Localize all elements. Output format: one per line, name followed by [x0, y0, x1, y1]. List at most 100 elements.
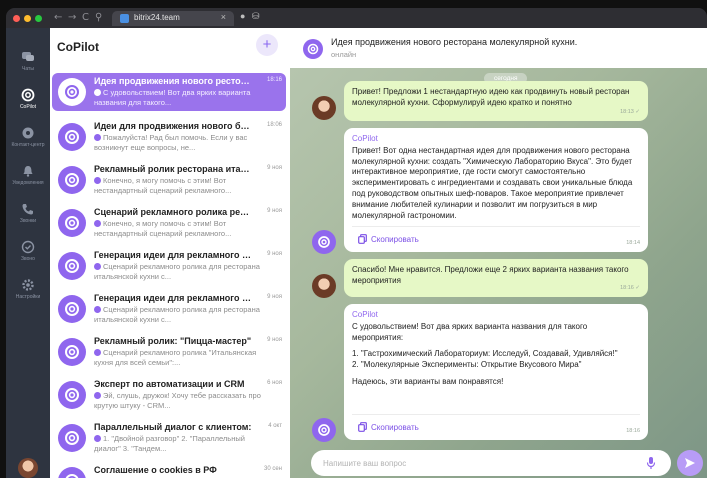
tab-title: bitrix24.team [134, 13, 180, 22]
chat-icon [22, 52, 34, 61]
chat-list-item[interactable]: Генерация идеи для рекламного ролика 9 но… [52, 290, 286, 328]
chat-status: онлайн [331, 50, 357, 59]
chat-list-item[interactable]: Идея продвижения нового ресторана 18:16 С … [52, 73, 286, 111]
copilot-avatar [58, 467, 86, 478]
message-time: 18:16 [626, 428, 640, 435]
divider [352, 414, 640, 415]
chat-list-item[interactable]: Соглашение о cookies в РФ30 сенМы исполь… [52, 462, 286, 478]
chat-preview: Конечно, я могу помочь с этим! Вот неста… [94, 219, 232, 238]
tab-close-icon[interactable]: × [221, 12, 226, 22]
message-line: 2. "Молекулярные Эксперименты: Открытие … [352, 360, 582, 370]
app-window: ← → C ⚲ bitrix24.team × ● ⛁ Чаты CoPilot… [6, 8, 707, 478]
rail-label: Уведомления [12, 180, 44, 186]
chat-preview: Сценарий рекламного ролика для ресторана… [94, 305, 260, 324]
message-line: Надеюсь, эти варианты вам понравятся! [352, 376, 504, 386]
chat-list-panel: CoPilot + Идея продвижения нового рестор… [50, 28, 290, 478]
chat-list-item[interactable]: Идеи для продвижения нового бренда 18:06 П… [52, 118, 286, 156]
copilot-icon [65, 216, 79, 230]
copy-icon [358, 422, 367, 432]
message-incoming: CoPilot С удовольствием! Вот два ярких в… [344, 304, 648, 440]
rail-item-chats[interactable]: Чаты [6, 50, 50, 72]
copilot-dot-icon [94, 134, 101, 141]
chat-header: Идея продвижения нового ресторана молеку… [290, 28, 707, 68]
user-avatar [312, 274, 336, 298]
copilot-icon [65, 345, 79, 359]
chat-list-item[interactable]: Рекламный ролик ресторана итальянской 9 н… [52, 161, 286, 199]
share-icon[interactable]: ⛁ [252, 11, 260, 22]
chat-time: 9 ноя [267, 208, 282, 214]
chat-list-title: CoPilot [57, 40, 99, 54]
chat-preview: Пожалуйста! Рад был помочь. Если у вас в… [94, 133, 248, 152]
message-author: CoPilot [352, 310, 378, 319]
chat-preview: Сценарий рекламного ролика для ресторана… [94, 262, 260, 281]
copilot-dot-icon [94, 306, 101, 313]
copilot-avatar [312, 230, 336, 254]
phone-icon [22, 204, 33, 215]
chat-list-item[interactable]: Рекламный ролик: "Пицца-мастер" 9 ноя Сцен… [52, 333, 286, 371]
copilot-icon [65, 431, 79, 445]
message-time: 18:13 ✓ [620, 109, 640, 116]
copilot-avatar [58, 78, 86, 106]
forward-icon[interactable]: → [68, 12, 76, 23]
user-avatar [312, 96, 336, 120]
copilot-icon [65, 474, 79, 478]
message-author: CoPilot [352, 134, 378, 143]
rail-label: Чаты [22, 66, 34, 72]
chat-list-item[interactable]: Эксперт по автоматизации и CRM 6 ноя Эй, с… [52, 376, 286, 414]
rail-item-calls[interactable]: Звонки [6, 202, 50, 224]
chat-time: 9 ноя [267, 165, 282, 171]
copilot-icon [65, 302, 79, 316]
rail-item-settings[interactable]: Настройки [6, 278, 50, 300]
chat-name: Рекламный ролик: "Пицца-мастер" [94, 336, 252, 346]
chat-time: 9 ноя [267, 251, 282, 257]
chat-name: Генерация идеи для рекламного ролика [94, 293, 254, 303]
rail-item-tasks[interactable]: Звоно [6, 240, 50, 262]
contact-center-icon [22, 127, 34, 139]
chat-time: 9 ноя [267, 337, 282, 343]
chat-pane: Идея продвижения нового ресторана молеку… [290, 28, 707, 478]
message-incoming: CoPilot Привет! Вот одна нестандартная и… [344, 128, 648, 252]
rail-item-notifications[interactable]: Уведомления [6, 164, 50, 186]
copy-button[interactable]: Скопировать [358, 422, 419, 434]
copilot-icon [65, 388, 79, 402]
chat-preview: 1. "Двойной разговор" 2. "Параллельный д… [94, 434, 245, 453]
message-text: Привет! Вот одна нестандартная идея для … [352, 145, 633, 220]
check-icon [21, 240, 35, 254]
copilot-avatar [58, 338, 86, 366]
new-tab-icon[interactable]: ● [240, 11, 245, 21]
chat-list-item[interactable]: Сценарий рекламного ролика ресторана 9 но… [52, 204, 286, 242]
copilot-icon [65, 85, 79, 99]
chat-list-item[interactable]: Параллельный диалог с клиентом: 4 окт 1. "… [52, 419, 286, 457]
chat-time: 9 ноя [267, 294, 282, 300]
microphone-icon[interactable] [646, 456, 656, 470]
rail-item-contact-center[interactable]: Контакт-центр [6, 126, 50, 148]
close-window-dot[interactable] [13, 15, 20, 22]
rail-label: CoPilot [19, 104, 37, 110]
minimize-window-dot[interactable] [24, 15, 31, 22]
new-chat-button[interactable]: + [256, 34, 278, 56]
copilot-dot-icon [94, 349, 101, 356]
chat-time: 18:06 [266, 122, 282, 128]
chat-list-item[interactable]: Генерация идеи для рекламного ролика 9 но… [52, 247, 286, 285]
chat-name: Рекламный ролик ресторана итальянской [94, 164, 254, 174]
chat-name: Эксперт по автоматизации и CRM [94, 379, 245, 389]
chat-name: Идеи для продвижения нового бренда [94, 121, 254, 131]
browser-tab[interactable]: bitrix24.team × [112, 11, 234, 26]
send-button[interactable] [677, 450, 703, 476]
rail-item-copilot[interactable]: CoPilot [6, 88, 50, 110]
message-input[interactable] [323, 456, 623, 470]
copilot-avatar [58, 295, 86, 323]
copilot-avatar [58, 252, 86, 280]
back-icon[interactable]: ← [54, 12, 62, 23]
copilot-icon [318, 236, 330, 248]
chat-preview: Конечно, я могу помочь с этим! Вот неста… [94, 176, 232, 195]
copilot-avatar [58, 123, 86, 151]
copilot-avatar [58, 166, 86, 194]
zoom-window-dot[interactable] [35, 15, 42, 22]
chat-title: Идея продвижения нового ресторана молеку… [331, 37, 578, 47]
reload-icon[interactable]: C [82, 12, 89, 23]
copilot-avatar [58, 381, 86, 409]
user-avatar[interactable] [18, 458, 38, 478]
copy-button[interactable]: Скопировать [358, 234, 419, 246]
message-outgoing: Привет! Предложи 1 нестандартную идею ка… [344, 81, 648, 121]
